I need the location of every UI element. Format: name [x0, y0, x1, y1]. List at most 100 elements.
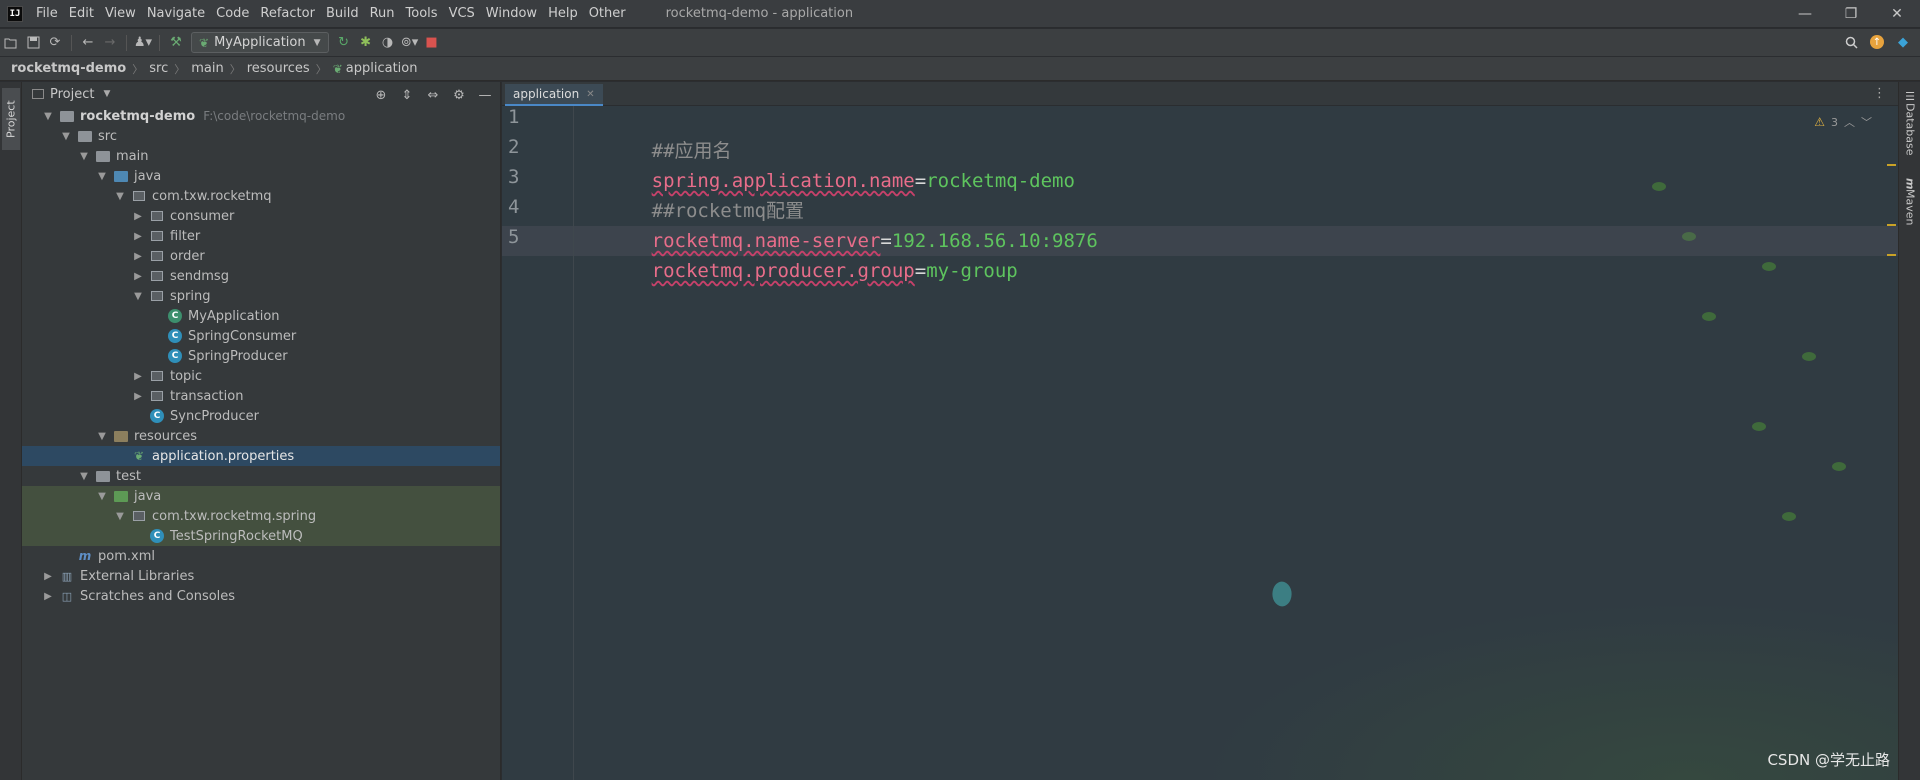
- menu-navigate[interactable]: Navigate: [142, 0, 211, 28]
- chevron-down-icon[interactable]: ▼: [60, 131, 72, 142]
- profile-icon[interactable]: ⊚▾: [399, 32, 421, 54]
- chevron-down-icon[interactable]: ▼: [96, 171, 108, 182]
- save-all-icon[interactable]: [22, 32, 44, 54]
- tree-node-external-libraries[interactable]: ▶ ▥ External Libraries: [22, 566, 500, 586]
- menu-window[interactable]: Window: [481, 0, 543, 28]
- chevron-right-icon[interactable]: ▶: [132, 231, 144, 242]
- tree-node-root[interactable]: ▼ rocketmq-demo F:\code\rocketmq-demo: [22, 106, 500, 126]
- project-tool-tab[interactable]: Project: [2, 88, 20, 150]
- tree-node-test[interactable]: ▼ test: [22, 466, 500, 486]
- menu-vcs[interactable]: VCS: [444, 0, 481, 28]
- chevron-down-icon[interactable]: ▼: [114, 511, 126, 522]
- locate-target-icon[interactable]: ⊕: [368, 84, 394, 106]
- update-icon[interactable]: ↑: [1866, 31, 1888, 53]
- expand-all-icon[interactable]: ⇕: [394, 84, 420, 106]
- error-stripe-marker[interactable]: [1887, 224, 1896, 226]
- tree-node-springproducer[interactable]: C SpringProducer: [22, 346, 500, 366]
- stop-icon[interactable]: ■: [421, 32, 443, 54]
- tree-node-order[interactable]: ▶ order: [22, 246, 500, 266]
- tree-node-consumer[interactable]: ▶ consumer: [22, 206, 500, 226]
- chevron-down-icon[interactable]: ▼: [103, 89, 110, 99]
- database-tool-tab[interactable]: ☰ Database: [1902, 90, 1918, 156]
- project-panel-title[interactable]: Project: [50, 87, 94, 102]
- menu-refactor[interactable]: Refactor: [255, 0, 321, 28]
- error-stripe-marker[interactable]: [1887, 254, 1896, 256]
- tree-node-java[interactable]: ▼ java: [22, 166, 500, 186]
- minimize-button[interactable]: —: [1782, 0, 1828, 28]
- menu-build[interactable]: Build: [321, 0, 365, 28]
- tree-node-filter[interactable]: ▶ filter: [22, 226, 500, 246]
- sync-icon[interactable]: ⟳: [44, 32, 66, 54]
- chevron-down-icon[interactable]: ▼: [42, 111, 54, 122]
- run-configuration-select[interactable]: ❦ MyApplication ▼: [191, 32, 329, 53]
- chevron-up-icon[interactable]: ︿: [1844, 114, 1855, 130]
- close-icon[interactable]: ✕: [586, 89, 594, 100]
- code-line-3[interactable]: ##rocketmq配置: [583, 166, 804, 222]
- debug-bug-icon[interactable]: ✱: [355, 32, 377, 54]
- tree-node-sendmsg[interactable]: ▶ sendmsg: [22, 266, 500, 286]
- chevron-down-icon[interactable]: ▼: [78, 471, 90, 482]
- menu-tools[interactable]: Tools: [401, 0, 444, 28]
- restore-button[interactable]: ❐: [1828, 0, 1874, 28]
- tree-node-package[interactable]: ▼ com.txw.rocketmq: [22, 186, 500, 206]
- tab-application[interactable]: application ✕: [505, 84, 603, 106]
- plugin-icon[interactable]: ◆: [1892, 31, 1914, 53]
- tree-node-application-properties[interactable]: ❦ application.properties: [22, 446, 500, 466]
- breadcrumb-resources[interactable]: resources: [247, 61, 310, 76]
- user-dropdown-icon[interactable]: ♟▾: [132, 32, 154, 54]
- menu-other[interactable]: Other: [584, 0, 632, 28]
- menu-run[interactable]: Run: [365, 0, 401, 28]
- tree-node-scratches[interactable]: ▶ ◫ Scratches and Consoles: [22, 586, 500, 606]
- chevron-right-icon[interactable]: ▶: [42, 571, 54, 582]
- rerun-icon[interactable]: ↻: [333, 32, 355, 54]
- chevron-down-icon[interactable]: ▼: [96, 491, 108, 502]
- search-icon[interactable]: [1840, 31, 1862, 53]
- breadcrumb-src[interactable]: src: [149, 61, 168, 76]
- breadcrumb-application[interactable]: application: [346, 61, 418, 76]
- menu-view[interactable]: View: [100, 0, 142, 28]
- tree-node-spring[interactable]: ▼ spring: [22, 286, 500, 306]
- menu-help[interactable]: Help: [543, 0, 584, 28]
- tree-node-myapplication[interactable]: C MyApplication: [22, 306, 500, 326]
- hide-panel-icon[interactable]: —: [472, 84, 498, 106]
- collapse-all-icon[interactable]: ⇔: [420, 84, 446, 106]
- menu-edit[interactable]: Edit: [64, 0, 100, 28]
- chevron-right-icon[interactable]: ▶: [132, 251, 144, 262]
- breadcrumb-project[interactable]: rocketmq-demo: [11, 61, 126, 76]
- tree-node-pom[interactable]: m pom.xml: [22, 546, 500, 566]
- tree-node-syncproducer[interactable]: C SyncProducer: [22, 406, 500, 426]
- tree-node-test-package[interactable]: ▼ com.txw.rocketmq.spring: [22, 506, 500, 526]
- close-button[interactable]: ✕: [1874, 0, 1920, 28]
- inspection-widget[interactable]: ⚠ 3 ︿ ﹀: [1814, 114, 1872, 130]
- chevron-down-icon[interactable]: ▼: [114, 191, 126, 202]
- chevron-down-icon[interactable]: ▼: [96, 431, 108, 442]
- menu-code[interactable]: Code: [211, 0, 255, 28]
- code-line-1[interactable]: ##应用名: [583, 106, 732, 162]
- tree-node-test-class[interactable]: C TestSpringRocketMQ: [22, 526, 500, 546]
- tree-node-test-java[interactable]: ▼ java: [22, 486, 500, 506]
- gear-icon[interactable]: ⚙: [446, 84, 472, 106]
- chevron-right-icon[interactable]: ▶: [132, 371, 144, 382]
- chevron-right-icon[interactable]: ▶: [132, 211, 144, 222]
- tree-node-resources[interactable]: ▼ resources: [22, 426, 500, 446]
- error-stripe-marker[interactable]: [1887, 164, 1896, 166]
- tree-node-transaction[interactable]: ▶ transaction: [22, 386, 500, 406]
- breadcrumb-main[interactable]: main: [191, 61, 223, 76]
- forward-arrow-icon[interactable]: →: [99, 32, 121, 54]
- code-line-2[interactable]: spring.application.name=rocketmq-demo: [583, 136, 1075, 192]
- chevron-down-icon[interactable]: ▼: [78, 151, 90, 162]
- back-arrow-icon[interactable]: ←: [77, 32, 99, 54]
- menu-file[interactable]: File: [31, 0, 64, 28]
- chevron-right-icon[interactable]: ▶: [132, 391, 144, 402]
- chevron-right-icon[interactable]: ▶: [42, 591, 54, 602]
- tree-node-main[interactable]: ▼ main: [22, 146, 500, 166]
- tree-node-springconsumer[interactable]: C SpringConsumer: [22, 326, 500, 346]
- code-line-5[interactable]: rocketmq.producer.group=my-group: [583, 226, 1018, 282]
- intellij-logo-icon[interactable]: IJ: [7, 5, 23, 22]
- build-hammer-icon[interactable]: ⚒: [165, 32, 187, 54]
- code-line-4[interactable]: rocketmq.name-server=192.168.56.10:9876: [583, 196, 1098, 252]
- coverage-icon[interactable]: ◑: [377, 32, 399, 54]
- chevron-down-icon[interactable]: ﹀: [1861, 114, 1872, 130]
- tree-node-src[interactable]: ▼ src: [22, 126, 500, 146]
- chevron-right-icon[interactable]: ▶: [132, 271, 144, 282]
